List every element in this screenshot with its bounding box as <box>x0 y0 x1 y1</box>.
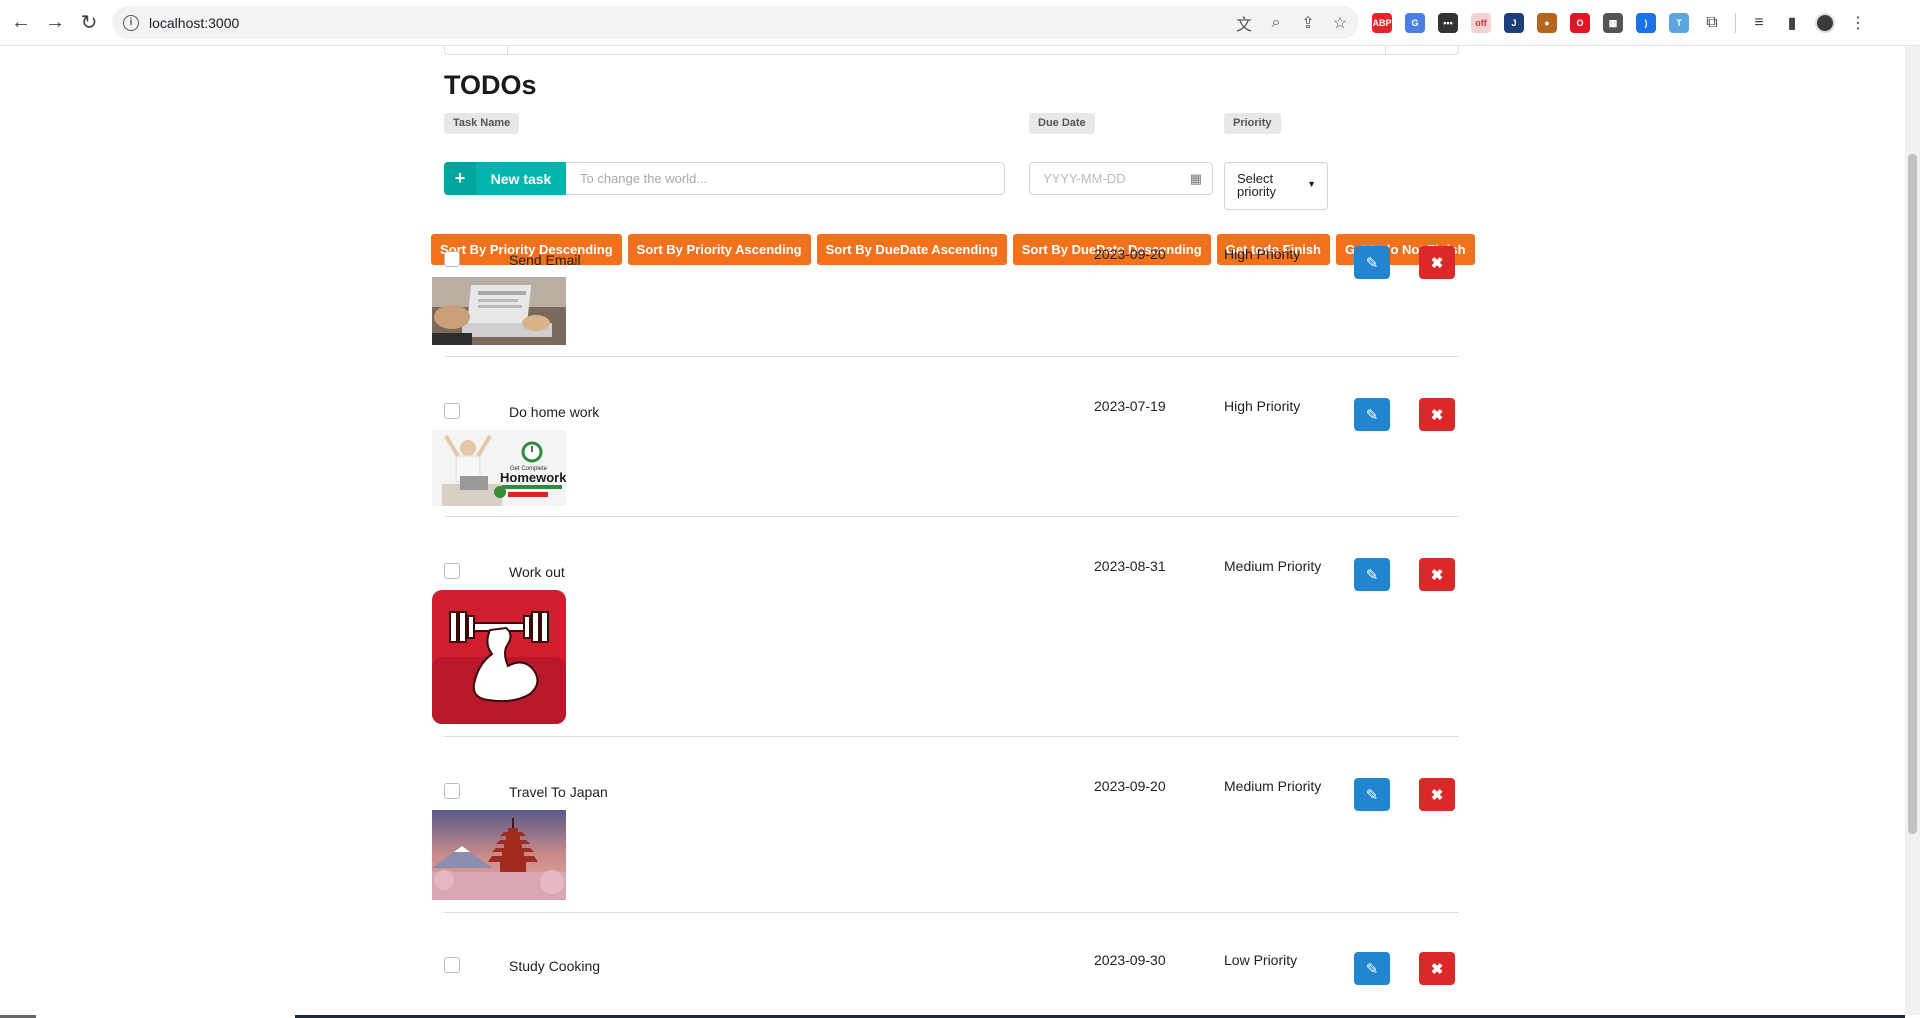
page-title: TODOs <box>444 70 537 100</box>
pencil-icon: ✎ <box>1365 254 1379 272</box>
laptop-typing-photo <box>432 277 566 345</box>
cookie-ext-icon[interactable]: ● <box>1537 13 1557 33</box>
j-ext-icon[interactable]: J <box>1504 13 1524 33</box>
scrollbar-thumb[interactable] <box>1908 154 1917 834</box>
close-icon: ✖ <box>1430 406 1444 424</box>
qr-ext-icon[interactable]: ▦ <box>1603 13 1623 33</box>
edit-button[interactable]: ✎ <box>1354 952 1390 985</box>
pencil-icon: ✎ <box>1365 406 1379 424</box>
site-info-icon[interactable]: i <box>123 14 139 31</box>
todo-priority: Medium Priority <box>1224 558 1322 574</box>
vertical-scrollbar[interactable] <box>1905 46 1920 1018</box>
todo-checkbox[interactable] <box>444 251 460 267</box>
priority-label: Priority <box>1224 113 1281 134</box>
puzzle-extensions-icon[interactable]: ⧉ <box>1702 14 1722 32</box>
toolbar-divider <box>1735 13 1736 33</box>
close-icon: ✖ <box>1430 566 1444 584</box>
row-divider <box>444 516 1459 517</box>
dropdown-caret-icon: ▼ <box>1307 179 1316 189</box>
edit-button[interactable]: ✎ <box>1354 558 1390 591</box>
close-icon: ✖ <box>1430 786 1444 804</box>
delete-button[interactable]: ✖ <box>1419 398 1455 431</box>
pencil-icon: ✎ <box>1365 786 1379 804</box>
todo-name: Study Cooking <box>509 958 601 974</box>
todo-priority: Medium Priority <box>1224 778 1322 794</box>
homework-banner-photo: Get Complete Homework <box>432 430 566 506</box>
close-icon: ✖ <box>1430 960 1444 978</box>
red-ext-icon[interactable]: off <box>1471 13 1491 33</box>
opera-ext-icon[interactable]: O <box>1570 13 1590 33</box>
forward-arrow-icon[interactable]: → <box>38 6 72 40</box>
due-date-input[interactable]: YYYY-MM-DD ▦ <box>1029 162 1213 195</box>
translate-ext-icon[interactable]: G <box>1405 13 1425 33</box>
sort-button-1[interactable]: Sort By Priority Ascending <box>627 234 811 265</box>
todo-name: Work out <box>509 564 565 580</box>
row-divider <box>444 736 1459 737</box>
delete-button[interactable]: ✖ <box>1419 246 1455 279</box>
translate-icon[interactable]: 文 <box>1235 11 1253 35</box>
todo-priority: Low Priority <box>1224 952 1298 968</box>
dumbbell-arm-icon <box>432 590 566 724</box>
zoom-icon[interactable]: ⌕ <box>1267 14 1285 32</box>
todo-priority: High Priority <box>1224 246 1301 262</box>
sort-button-2[interactable]: Sort By DueDate Ascending <box>816 234 1007 265</box>
delete-button[interactable]: ✖ <box>1419 778 1455 811</box>
todo-checkbox[interactable] <box>444 783 460 799</box>
svg-text:Homework: Homework <box>500 470 566 485</box>
blue-ext-icon[interactable]: T <box>1669 13 1689 33</box>
task-name-label: Task Name <box>444 113 520 134</box>
todo-due-date: 2023-09-20 <box>1094 778 1166 794</box>
adblock-icon[interactable]: ABP <box>1372 13 1392 33</box>
priority-select-value: Select priority <box>1237 171 1277 199</box>
todo-name: Do home work <box>509 404 600 420</box>
todo-due-date: 2023-08-31 <box>1094 558 1166 574</box>
row-divider <box>444 356 1459 357</box>
priority-select[interactable]: Select priority ▼ <box>1224 162 1328 210</box>
extensions-bar: ABP G ••• off J ● O ▦) T ⧉ ≡ ▮ ⋮ <box>1372 8 1868 38</box>
row-divider <box>444 912 1459 913</box>
todo-name: Travel To Japan <box>509 784 608 800</box>
pencil-icon: ✎ <box>1365 566 1379 584</box>
pencil-icon: ✎ <box>1365 960 1379 978</box>
todo-checkbox[interactable] <box>444 563 460 579</box>
table-bottom-edge <box>444 46 1459 55</box>
calendar-icon[interactable]: ▦ <box>1190 171 1202 187</box>
todo-name: Send Email <box>509 252 581 268</box>
todo-due-date: 2023-09-30 <box>1094 952 1166 968</box>
japan-pagoda-photo <box>432 810 566 900</box>
close-icon: ✖ <box>1430 254 1444 272</box>
todo-checkbox[interactable] <box>444 957 460 973</box>
share-icon[interactable]: ⇪ <box>1299 13 1317 33</box>
page-viewport: TODOs Task Name Due Date Priority + New … <box>0 46 1905 1018</box>
profile-avatar[interactable] <box>1815 13 1835 33</box>
wave-ext-icon[interactable]: ) <box>1636 13 1656 33</box>
back-arrow-icon[interactable]: ← <box>4 6 38 40</box>
address-bar[interactable]: i localhost:3000 文 ⌕ ⇪ ☆ <box>112 6 1359 39</box>
todo-priority: High Priority <box>1224 398 1301 414</box>
browser-toolbar: ← → ↻ i localhost:3000 文 ⌕ ⇪ ☆ ABP G ••• of… <box>0 0 1920 46</box>
dots-ext-icon[interactable]: ••• <box>1438 13 1458 33</box>
url-text[interactable]: localhost:3000 <box>149 15 239 31</box>
todo-due-date: 2023-09-20 <box>1094 246 1166 262</box>
new-task-button[interactable]: + New task <box>444 162 566 195</box>
plus-icon: + <box>444 162 476 195</box>
edit-button[interactable]: ✎ <box>1354 246 1390 279</box>
new-task-label: New task <box>490 170 552 187</box>
reading-list-icon[interactable]: ≡ <box>1749 14 1769 32</box>
side-panel-icon[interactable]: ▮ <box>1782 13 1802 33</box>
todo-due-date: 2023-07-19 <box>1094 398 1166 414</box>
edit-button[interactable]: ✎ <box>1354 398 1390 431</box>
date-placeholder: YYYY-MM-DD <box>1043 171 1126 186</box>
delete-button[interactable]: ✖ <box>1419 952 1455 985</box>
edit-button[interactable]: ✎ <box>1354 778 1390 811</box>
delete-button[interactable]: ✖ <box>1419 558 1455 591</box>
browser-menu-icon[interactable]: ⋮ <box>1848 13 1868 33</box>
due-date-label: Due Date <box>1029 113 1095 134</box>
todo-checkbox[interactable] <box>444 403 460 419</box>
bookmark-star-icon[interactable]: ☆ <box>1331 13 1349 33</box>
task-name-input[interactable]: To change the world... <box>566 162 1005 195</box>
reload-icon[interactable]: ↻ <box>72 6 106 40</box>
sort-button-bar: Sort By Priority Descending Sort By Prior… <box>431 234 1475 265</box>
